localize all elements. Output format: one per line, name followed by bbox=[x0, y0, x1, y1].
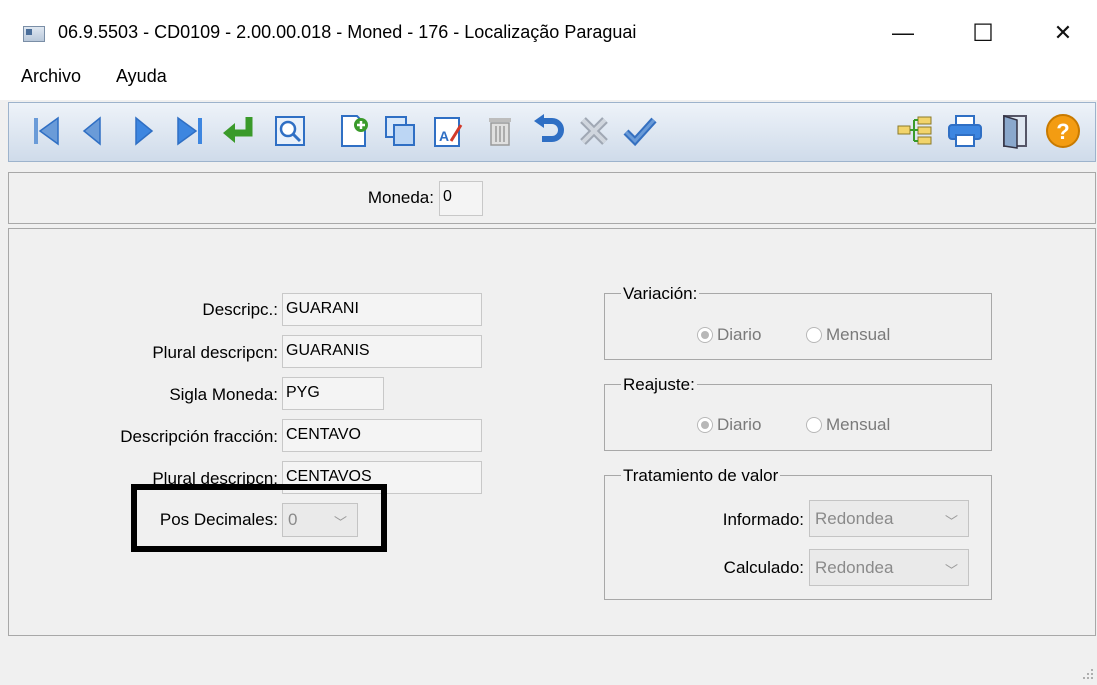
reajuste-diario-radio[interactable]: Diario bbox=[697, 415, 761, 435]
first-record-icon bbox=[34, 116, 59, 146]
descripcion-fraccion-label: Descripción fracción: bbox=[120, 427, 278, 446]
reajuste-mensual-label: Mensual bbox=[826, 415, 891, 434]
trash-icon bbox=[489, 118, 511, 146]
informado-label: Informado: bbox=[722, 510, 804, 529]
sigla-moneda-field[interactable]: PYG bbox=[282, 377, 384, 410]
variacion-mensual-label: Mensual bbox=[826, 325, 891, 344]
reajuste-mensual-radio[interactable]: Mensual bbox=[806, 415, 890, 435]
help-button[interactable]: ? bbox=[1043, 108, 1083, 154]
chevron-down-icon: ﹀ bbox=[944, 563, 958, 578]
informado-value: Redondea bbox=[815, 508, 894, 528]
edit-record-button[interactable]: A bbox=[428, 108, 468, 154]
tratamiento-legend: Tratamiento de valor bbox=[621, 466, 781, 486]
first-record-button[interactable] bbox=[26, 108, 66, 154]
radio-unselected-icon bbox=[806, 417, 822, 433]
moneda-field[interactable]: 0 bbox=[439, 181, 483, 216]
tree-view-button[interactable] bbox=[895, 108, 935, 154]
status-bar bbox=[0, 655, 1097, 684]
print-icon bbox=[948, 115, 982, 147]
informado-select[interactable]: Redondea ﹀ bbox=[809, 500, 969, 537]
last-record-button[interactable] bbox=[170, 108, 210, 154]
print-button[interactable] bbox=[945, 108, 985, 154]
last-record-icon bbox=[177, 116, 202, 146]
previous-record-icon bbox=[82, 116, 101, 146]
maximize-button[interactable]: ☐ bbox=[960, 12, 1006, 54]
close-button[interactable]: ✕ bbox=[1040, 12, 1086, 54]
new-record-icon bbox=[341, 115, 368, 147]
resize-grip-icon[interactable] bbox=[1082, 666, 1094, 680]
radio-selected-icon bbox=[697, 417, 713, 433]
undo-icon bbox=[534, 114, 564, 142]
previous-record-button[interactable] bbox=[72, 108, 112, 154]
edit-record-icon: A bbox=[434, 117, 463, 147]
undo-button[interactable] bbox=[528, 108, 568, 154]
cancel-button[interactable] bbox=[574, 108, 614, 154]
plural-descripcn-field[interactable]: GUARANIS bbox=[282, 335, 482, 368]
variacion-mensual-radio[interactable]: Mensual bbox=[806, 325, 890, 345]
radio-unselected-icon bbox=[806, 327, 822, 343]
calculado-select[interactable]: Redondea ﹀ bbox=[809, 549, 969, 586]
svg-text:?: ? bbox=[1056, 119, 1069, 144]
goto-record-button[interactable] bbox=[218, 108, 258, 154]
descripc-field[interactable]: GUARANI bbox=[282, 293, 482, 326]
reajuste-legend: Reajuste: bbox=[621, 375, 697, 395]
cancel-icon bbox=[580, 117, 608, 145]
svg-text:A: A bbox=[439, 128, 449, 144]
search-button[interactable] bbox=[270, 108, 310, 154]
menu-archivo[interactable]: Archivo bbox=[21, 66, 81, 87]
checkmark-icon bbox=[623, 117, 657, 147]
exit-door-icon bbox=[1003, 114, 1027, 149]
plural-descripcn-label: Plural descripcn: bbox=[152, 343, 278, 362]
variacion-diario-label: Diario bbox=[717, 325, 762, 344]
window-title: 06.9.5503 - CD0109 - 2.00.00.018 - Moned… bbox=[58, 22, 637, 42]
calculado-label: Calculado: bbox=[723, 558, 804, 577]
new-record-button[interactable] bbox=[334, 108, 374, 154]
moneda-label: Moneda: bbox=[367, 188, 434, 207]
confirm-button[interactable] bbox=[620, 108, 660, 154]
calculado-value: Redondea bbox=[815, 557, 894, 577]
variacion-legend: Variación: bbox=[621, 284, 700, 304]
sigla-moneda-label: Sigla Moneda: bbox=[169, 385, 278, 404]
app-icon bbox=[23, 26, 45, 42]
help-icon: ? bbox=[1046, 114, 1080, 148]
exit-button[interactable] bbox=[995, 108, 1035, 154]
copy-record-button[interactable] bbox=[380, 108, 420, 154]
search-icon bbox=[275, 116, 305, 146]
menu-ayuda[interactable]: Ayuda bbox=[116, 66, 167, 87]
tree-icon bbox=[897, 116, 932, 145]
delete-record-button[interactable] bbox=[480, 108, 520, 154]
chevron-down-icon: ﹀ bbox=[944, 514, 958, 529]
reajuste-diario-label: Diario bbox=[717, 415, 762, 434]
header-panel bbox=[8, 172, 1096, 224]
variacion-diario-radio[interactable]: Diario bbox=[697, 325, 761, 345]
copy-record-icon bbox=[385, 116, 415, 146]
next-record-icon bbox=[135, 116, 154, 146]
next-record-button[interactable] bbox=[124, 108, 164, 154]
descripcion-fraccion-field[interactable]: CENTAVO bbox=[282, 419, 482, 452]
minimize-button[interactable]: — bbox=[880, 12, 926, 54]
goto-record-icon bbox=[223, 117, 253, 143]
radio-selected-icon bbox=[697, 327, 713, 343]
descripc-label: Descripc.: bbox=[202, 300, 278, 319]
highlight-box bbox=[131, 484, 387, 552]
